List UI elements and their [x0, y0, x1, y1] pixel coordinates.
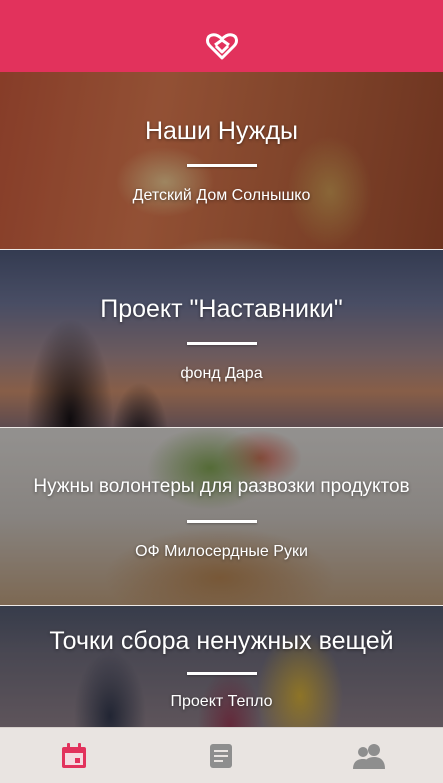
card-collection-points[interactable]: Точки сбора ненужных вещей Проект Тепло	[0, 606, 443, 728]
card-divider	[186, 672, 257, 675]
card-mentors[interactable]: Проект "Наставники" фонд Дара	[0, 250, 443, 428]
tab-people[interactable]	[339, 728, 399, 783]
card-subtitle: Детский Дом Солнышко	[132, 186, 311, 204]
card-divider	[186, 341, 257, 345]
people-icon	[353, 743, 386, 769]
card-divider	[186, 163, 257, 167]
card-title: Наши Нужды	[144, 116, 299, 145]
card-needs[interactable]: Наши Нужды Детский Дом Солнышко	[0, 72, 443, 250]
card-subtitle: ОФ Милосердные Руки	[135, 542, 308, 560]
card-subtitle: Проект Тепло	[170, 693, 273, 710]
document-icon	[210, 743, 233, 768]
top-bar	[0, 0, 443, 72]
card-volunteers[interactable]: Нужны волонтеры для развозки продуктов О…	[0, 428, 443, 606]
card-subtitle: фонд Дара	[180, 364, 263, 382]
card-divider	[186, 519, 257, 523]
tab-events[interactable]	[44, 728, 104, 783]
card-title: Точки сбора ненужных вещей	[49, 627, 394, 655]
tab-news[interactable]	[191, 728, 251, 783]
calendar-icon	[61, 742, 86, 768]
heart-logo-icon	[205, 33, 238, 60]
tab-bar	[0, 727, 443, 783]
card-title: Нужны волонтеры для развозки продуктов	[33, 475, 410, 497]
card-title: Проект "Наставники"	[100, 294, 343, 323]
